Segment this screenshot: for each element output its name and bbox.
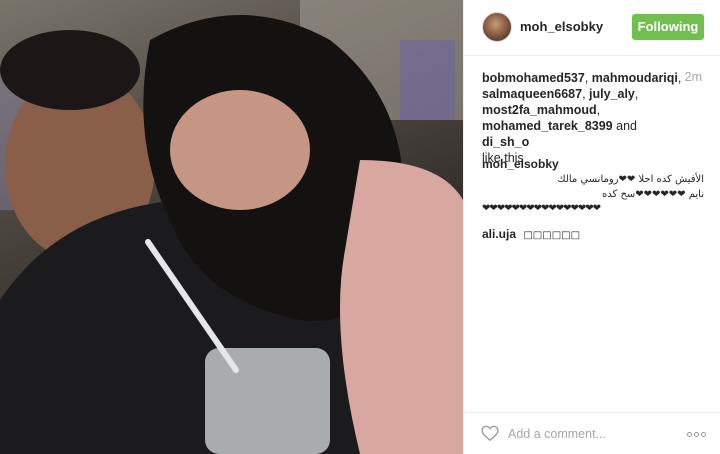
comment-item: ali.uja □□□□□□ — [482, 226, 704, 244]
comment-text-line: نايم ❤❤❤❤❤❤سح كده — [602, 189, 704, 200]
avatar[interactable] — [482, 12, 512, 42]
likes-separator: , — [596, 103, 601, 117]
liker-link[interactable]: mahmoudariqi — [592, 71, 678, 85]
post-timestamp[interactable]: 2m — [685, 70, 702, 84]
post-header: moh_elsobky Following — [464, 0, 720, 56]
likes-separator: , — [584, 71, 592, 85]
comment-author[interactable]: ali.uja — [482, 227, 516, 241]
username-link[interactable]: moh_elsobky — [520, 19, 603, 34]
comments-list: moh_elsobky الأفيش كده احلا ❤❤رومانسي ما… — [482, 156, 704, 254]
liker-link[interactable]: di_sh_o — [482, 135, 529, 149]
likes-separator: , — [582, 87, 590, 101]
comment-author[interactable]: moh_elsobky — [482, 157, 559, 171]
add-comment-input[interactable] — [508, 423, 668, 445]
heart-outline-icon[interactable] — [481, 425, 499, 442]
comment-text-line: الأفيش كده احلا ❤❤رومانسي مالك — [557, 174, 704, 185]
likes-separator: , — [677, 71, 682, 85]
likes-separator: , — [634, 87, 639, 101]
post-details-panel: moh_elsobky Following bobmohamed537, mah… — [463, 0, 720, 454]
liker-link[interactable]: most2fa_mahmoud — [482, 103, 597, 117]
liker-link[interactable]: salmaqueen6687 — [482, 87, 582, 101]
likes-and: and — [612, 119, 637, 133]
liker-link[interactable]: july_aly — [589, 87, 635, 101]
post-photo[interactable] — [0, 0, 463, 454]
comment-item: moh_elsobky الأفيش كده احلا ❤❤رومانسي ما… — [482, 156, 704, 216]
liker-link[interactable]: mohamed_tarek_8399 — [482, 119, 613, 133]
more-options-icon[interactable] — [687, 432, 707, 438]
comment-footer — [464, 412, 720, 454]
comment-hearts-line: ❤❤❤❤❤❤❤❤❤❤❤❤❤❤❤❤ — [482, 203, 601, 214]
photo-illustration — [0, 0, 463, 454]
comment-text: □□□□□□ — [523, 230, 581, 241]
likes-summary: bobmohamed537, mahmoudariqi, salmaqueen6… — [482, 70, 682, 166]
following-button[interactable]: Following — [632, 14, 704, 40]
liker-link[interactable]: bobmohamed537 — [482, 71, 585, 85]
